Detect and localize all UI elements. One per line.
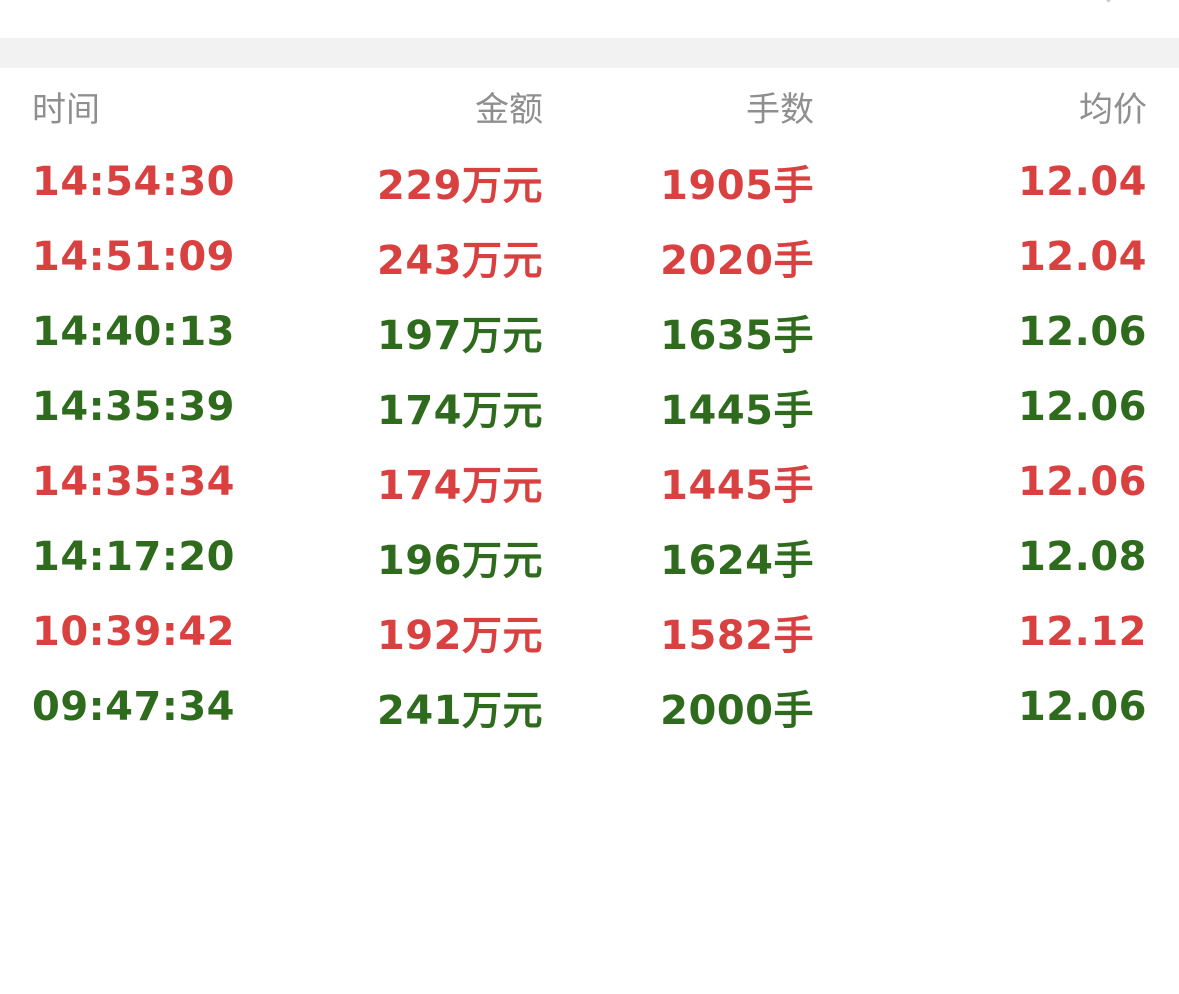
cell-time: 14:54:30	[32, 158, 235, 205]
table-row[interactable]: 14:17:20 196万元 1624手 12.08	[0, 519, 1179, 594]
cell-lots: 1905手	[660, 162, 814, 209]
cell-amount: 229万元	[377, 162, 543, 209]
cell-amount: 174万元	[377, 387, 543, 434]
cell-avg-price: 12.12	[1017, 608, 1147, 655]
table-row[interactable]: 14:35:34 174万元 1445手 12.06	[0, 444, 1179, 519]
cell-avg-price: 12.04	[1017, 233, 1147, 280]
cell-lots: 1445手	[660, 387, 814, 434]
cell-lots: 1582手	[660, 612, 814, 659]
table-row[interactable]: 10:39:42 192万元 1582手 12.12	[0, 594, 1179, 669]
cell-lots: 1445手	[660, 462, 814, 509]
cell-lots: 2000手	[660, 687, 814, 734]
table-row[interactable]: 14:54:30 229万元 1905手 12.04	[0, 144, 1179, 219]
cell-amount: 174万元	[377, 462, 543, 509]
block-trade-table: 时间 金额 手数 均价 14:54:30 229万元 1905手 12.04 1…	[0, 68, 1179, 744]
table-header: 时间 金额 手数 均价	[0, 68, 1179, 144]
cell-time: 10:39:42	[32, 608, 235, 655]
cell-amount: 196万元	[377, 537, 543, 584]
top-bar	[0, 0, 1179, 38]
cell-lots: 1635手	[660, 312, 814, 359]
cell-time: 14:17:20	[32, 533, 235, 580]
section-divider	[0, 38, 1179, 68]
cell-amount: 243万元	[377, 237, 543, 284]
table-row[interactable]: 14:35:39 174万元 1445手 12.06	[0, 369, 1179, 444]
cell-lots: 1624手	[660, 537, 814, 584]
header-avg-price: 均价	[1079, 89, 1147, 130]
table-row[interactable]: 14:40:13 197万元 1635手 12.06	[0, 294, 1179, 369]
cell-amount: 197万元	[377, 312, 543, 359]
cell-avg-price: 12.06	[1017, 383, 1147, 430]
chevron-right-icon[interactable]	[1096, 0, 1121, 3]
cell-avg-price: 12.06	[1017, 458, 1147, 505]
cell-avg-price: 12.08	[1017, 533, 1147, 580]
cell-avg-price: 12.06	[1017, 308, 1147, 355]
cell-time: 14:35:39	[32, 383, 235, 430]
header-lots: 手数	[746, 89, 814, 130]
cell-time: 14:40:13	[32, 308, 235, 355]
cell-time: 14:35:34	[32, 458, 235, 505]
cell-amount: 241万元	[377, 687, 543, 734]
header-amount: 金额	[475, 89, 543, 130]
cell-amount: 192万元	[377, 612, 543, 659]
cell-time: 09:47:34	[32, 683, 235, 730]
cell-avg-price: 12.04	[1017, 158, 1147, 205]
table-row[interactable]: 14:51:09 243万元 2020手 12.04	[0, 219, 1179, 294]
cell-time: 14:51:09	[32, 233, 235, 280]
table-row[interactable]: 09:47:34 241万元 2000手 12.06	[0, 669, 1179, 744]
cell-avg-price: 12.06	[1017, 683, 1147, 730]
cell-lots: 2020手	[660, 237, 814, 284]
header-time: 时间	[32, 89, 100, 130]
